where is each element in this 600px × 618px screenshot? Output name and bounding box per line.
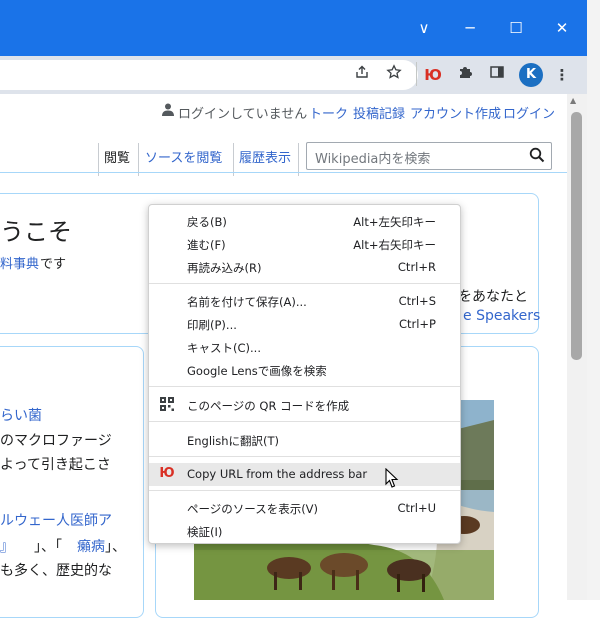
tab-view-source[interactable]: ソースを閲覧 <box>145 146 222 172</box>
menu-item-shortcut: Ctrl+P <box>398 317 436 331</box>
menu-item-back[interactable]: 戻る(B) Alt+左矢印キー <box>149 210 460 233</box>
content-top-border <box>0 172 567 173</box>
context-menu: 戻る(B) Alt+左矢印キー 進む(F) Alt+右矢印キー 再読み込み(R)… <box>148 204 461 544</box>
speakers-link[interactable]: e Speakers <box>463 308 540 324</box>
share-icon[interactable] <box>351 64 373 86</box>
menu-item-shortcut: Alt+右矢印キー <box>353 238 436 252</box>
article-link-bacteria[interactable]: らい菌 <box>0 405 42 425</box>
copy-url-extension-icon: Ю <box>159 466 175 481</box>
create-account-link[interactable]: アカウント作成 <box>410 103 501 122</box>
menu-item-translate[interactable]: Englishに翻訳(T) <box>149 429 460 452</box>
article-link-doctor[interactable]: ルウェー人医師ア <box>0 510 112 530</box>
browser-toolbar: Ю K ⋮ <box>0 56 587 94</box>
scrollbar-thumb[interactable] <box>571 112 582 360</box>
menu-item-print[interactable]: 印刷(P)... Ctrl+P <box>149 313 460 336</box>
minimize-button[interactable]: ─ <box>447 12 493 44</box>
search-input[interactable]: Wikipedia内を検索 <box>315 148 430 167</box>
search-box[interactable]: Wikipedia内を検索 <box>306 142 552 170</box>
menu-item-label: このページの QR コードを作成 <box>187 399 350 413</box>
toolbar-divider <box>416 62 417 86</box>
login-link[interactable]: ログイン <box>503 103 555 122</box>
side-panel-icon[interactable] <box>486 64 508 86</box>
article-text-line: も多く、歴史的な <box>0 563 112 579</box>
copy-url-extension-icon[interactable]: Ю <box>422 64 444 86</box>
menu-item-label: 再読み込み(R) <box>187 261 262 275</box>
menu-item-label: Google Lensで画像を検索 <box>187 364 327 378</box>
menu-item-copy-url[interactable]: Ю Copy URL from the address bar <box>149 463 460 486</box>
talk-link[interactable]: トーク <box>309 103 348 122</box>
menu-item-label: Englishに翻訳(T) <box>187 434 280 448</box>
menu-separator <box>149 490 460 491</box>
article-text-line: よって引き起こさ <box>0 457 111 473</box>
not-logged-in-label: ログインしていません <box>178 107 308 122</box>
menu-item-label: キャスト(C)... <box>187 341 261 355</box>
menu-item-label: Copy URL from the address bar <box>187 467 368 481</box>
tab-history[interactable]: 履歴表示 <box>239 146 291 172</box>
close-button[interactable]: ✕ <box>539 12 585 44</box>
puzzle-icon[interactable] <box>454 64 476 86</box>
menu-item-label: 印刷(P)... <box>187 318 237 332</box>
mouse-cursor-icon <box>385 467 399 493</box>
menu-separator <box>149 456 460 457</box>
maximize-button[interactable]: ☐ <box>493 12 539 44</box>
article-text-line: のマクロファージ <box>0 433 112 449</box>
menu-item-shortcut: Ctrl+S <box>398 294 436 308</box>
menu-item-cast[interactable]: キャスト(C)... <box>149 336 460 359</box>
browser-title-bar: ∨ ─ ☐ ✕ <box>0 0 587 56</box>
menu-item-reload[interactable]: 再読み込み(R) Ctrl+R <box>149 256 460 279</box>
menu-item-view-source[interactable]: ページのソースを表示(V) Ctrl+U <box>149 497 460 520</box>
person-icon <box>162 103 174 120</box>
article-link-quote-end[interactable]: 』 <box>0 536 14 556</box>
tab-read[interactable]: 閲覧 <box>104 146 130 172</box>
menu-separator <box>149 283 460 284</box>
star-icon[interactable] <box>383 64 405 86</box>
qr-code-icon <box>159 397 175 413</box>
tab-search-dropdown-button[interactable]: ∨ <box>401 12 447 44</box>
article-link-leprosy[interactable]: 癩病 <box>77 536 105 556</box>
menu-item-qr-code[interactable]: このページの QR コードを作成 <box>149 394 460 417</box>
menu-separator <box>149 386 460 387</box>
menu-item-label: 進む(F) <box>187 238 226 252</box>
menu-item-google-lens[interactable]: Google Lensで画像を検索 <box>149 359 460 382</box>
intro-text: をあなたと <box>458 289 528 305</box>
menu-item-inspect[interactable]: 検証(I) <box>149 520 460 543</box>
menu-item-forward[interactable]: 進む(F) Alt+右矢印キー <box>149 233 460 256</box>
menu-item-shortcut: Ctrl+R <box>397 260 436 274</box>
menu-item-save-as[interactable]: 名前を付けて保存(A)... Ctrl+S <box>149 290 460 313</box>
menu-item-label: ページのソースを表示(V) <box>187 502 319 516</box>
contributions-link[interactable]: 投稿記録 <box>353 103 405 122</box>
article-text-quote: 」、 <box>105 539 126 555</box>
scroll-up-arrow-icon[interactable]: ▲ <box>570 96 576 105</box>
menu-item-shortcut: Alt+左矢印キー <box>353 215 436 229</box>
menu-item-label: 検証(I) <box>187 525 223 539</box>
profile-avatar[interactable]: K <box>519 63 543 87</box>
menu-item-shortcut: Ctrl+U <box>397 501 436 515</box>
menu-item-label: 戻る(B) <box>187 215 227 229</box>
menu-item-label: 名前を付けて保存(A)... <box>187 295 307 309</box>
chrome-menu-icon[interactable]: ⋮ <box>551 64 573 86</box>
welcome-subtitle: です <box>40 257 67 272</box>
window-edge <box>587 0 600 600</box>
welcome-title: うこそ <box>0 218 72 246</box>
search-icon[interactable] <box>529 147 545 167</box>
article-text-quote: 」、「 <box>34 539 62 555</box>
encyclopedia-link[interactable]: 料事典 <box>0 253 39 272</box>
menu-separator <box>149 421 460 422</box>
